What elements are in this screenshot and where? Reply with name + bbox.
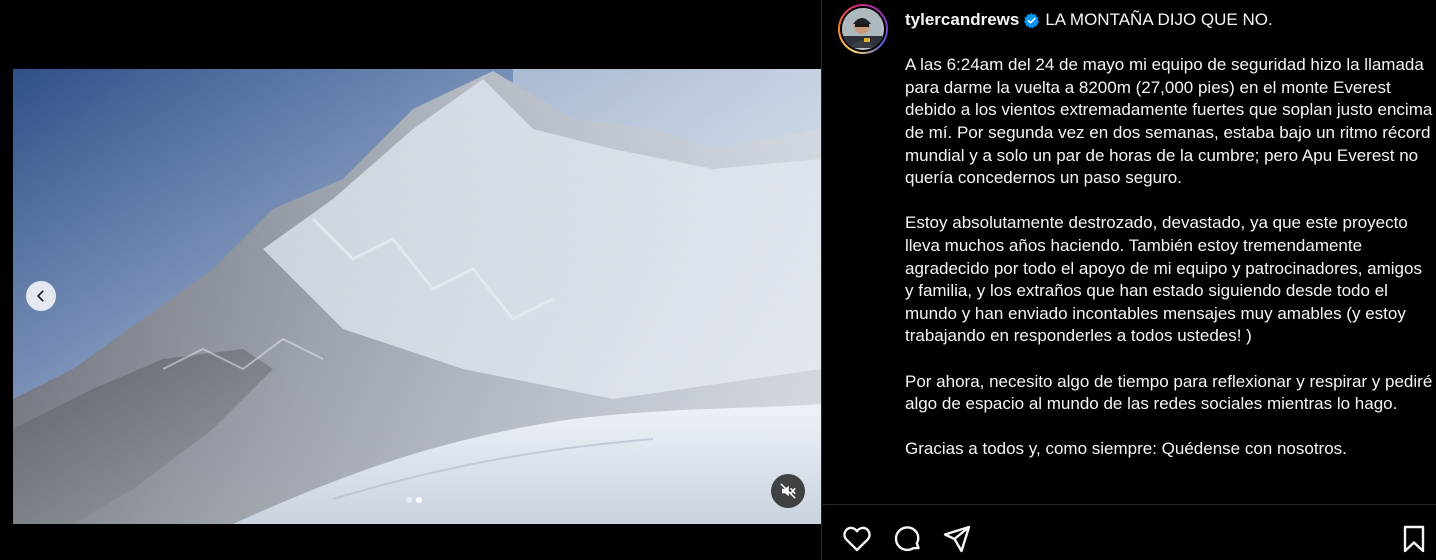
post-caption: tylercandrews LA MONTAÑA DIJO QUE NO. A …	[905, 9, 1435, 461]
share-icon	[943, 525, 971, 553]
caption-title: LA MONTAÑA DIJO QUE NO.	[1045, 10, 1273, 29]
post-side-panel: tylercandrews LA MONTAÑA DIJO QUE NO. A …	[822, 0, 1436, 560]
story-ring[interactable]	[838, 4, 888, 54]
profile-photo	[842, 8, 882, 48]
username-link[interactable]: tylercandrews	[905, 9, 1019, 32]
share-button[interactable]	[941, 523, 973, 555]
media-pane	[0, 0, 821, 560]
comment-button[interactable]	[891, 523, 923, 555]
comment-icon	[894, 526, 920, 552]
caption-header: tylercandrews LA MONTAÑA DIJO QUE NO.	[905, 9, 1435, 32]
heart-icon	[843, 526, 871, 552]
save-button[interactable]	[1398, 523, 1430, 555]
chevron-left-icon	[37, 290, 44, 302]
muted-speaker-icon	[780, 483, 796, 499]
bookmark-icon	[1403, 525, 1425, 553]
caption-paragraph: A las 6:24am del 24 de mayo mi equipo de…	[905, 55, 1433, 188]
carousel-indicator	[406, 497, 422, 503]
mute-toggle-button[interactable]	[771, 474, 805, 508]
post-photo[interactable]	[13, 69, 821, 524]
caption-paragraph: Gracias a todos y, como siempre: Quédens…	[905, 439, 1347, 459]
carousel-prev-button[interactable]	[26, 281, 56, 311]
everest-image	[13, 69, 821, 524]
verified-badge-icon	[1024, 12, 1040, 29]
avatar	[842, 8, 884, 50]
carousel-dot-active	[416, 497, 422, 503]
caption-paragraph: Por ahora, necesito algo de tiempo para …	[905, 371, 1433, 414]
carousel-dot	[406, 497, 412, 503]
like-button[interactable]	[841, 523, 873, 555]
post-actions-bar	[822, 504, 1436, 560]
caption-paragraph: Estoy absolutamente destrozado, devastad…	[905, 213, 1422, 346]
